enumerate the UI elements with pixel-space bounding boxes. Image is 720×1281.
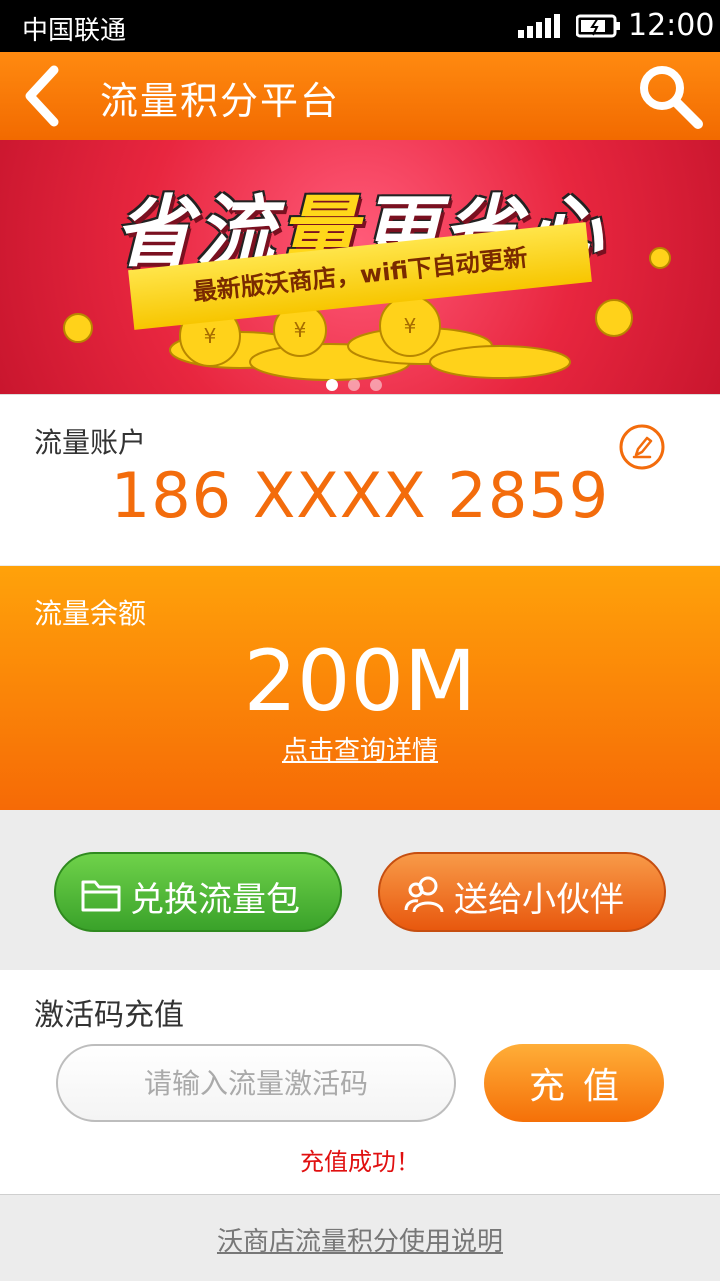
page-title: 流量积分平台 xyxy=(100,79,341,123)
balance-detail-link[interactable]: 点击查询详情 xyxy=(0,730,720,767)
gift-to-friend-button[interactable]: 送给小伙伴 xyxy=(378,852,666,932)
success-message: 充值成功！ xyxy=(300,1148,420,1176)
app-header: 流量积分平台 xyxy=(0,52,720,140)
svg-text:¥: ¥ xyxy=(404,314,417,338)
footer: 沃商店流量积分使用说明 xyxy=(0,1194,720,1281)
balance-label: 流量余额 xyxy=(34,597,147,630)
back-arrow-icon[interactable] xyxy=(20,64,64,128)
carrier-name: 中国联通 xyxy=(22,16,127,46)
carousel-dot-1[interactable] xyxy=(326,379,338,391)
balance-section: 流量余额 200M 点击查询详情 xyxy=(0,566,720,810)
account-label: 流量账户 xyxy=(34,426,147,459)
gift-to-friend-label: 送给小伙伴 xyxy=(454,880,624,920)
svg-text:¥: ¥ xyxy=(294,318,307,342)
activation-section: 激活码充值 充值 充值成功！ xyxy=(0,970,720,1194)
recharge-button[interactable]: 充值 xyxy=(484,1044,664,1122)
carousel-dot-3[interactable] xyxy=(370,379,382,391)
folder-icon xyxy=(81,880,121,912)
account-section: 流量账户 186 XXXX 2859 xyxy=(0,394,720,565)
account-number: 186 XXXX 2859 xyxy=(110,459,610,532)
activation-code-input[interactable] xyxy=(56,1044,456,1122)
exchange-package-button[interactable]: 兑换流量包 xyxy=(54,852,342,932)
activation-label: 激活码充值 xyxy=(34,998,184,1033)
exchange-package-label: 兑换流量包 xyxy=(130,880,300,920)
action-buttons: 兑换流量包 送给小伙伴 xyxy=(0,810,720,971)
promo-banner[interactable]: ¥ ¥ ¥ 省流量更省心 最新版沃商店，wifi下自动更新 xyxy=(0,140,720,394)
search-icon[interactable] xyxy=(636,62,704,130)
carousel-indicator xyxy=(326,376,392,394)
battery-icon xyxy=(576,14,620,38)
balance-value: 200M xyxy=(243,632,477,730)
status-bar: 中国联通 12:00 xyxy=(0,0,720,52)
clock: 12:00 xyxy=(628,8,715,43)
signal-icon xyxy=(518,14,560,38)
carousel-dot-2[interactable] xyxy=(348,379,360,391)
usage-instructions-link[interactable]: 沃商店流量积分使用说明 xyxy=(0,1221,720,1258)
svg-text:¥: ¥ xyxy=(204,324,217,348)
users-icon xyxy=(404,876,444,913)
